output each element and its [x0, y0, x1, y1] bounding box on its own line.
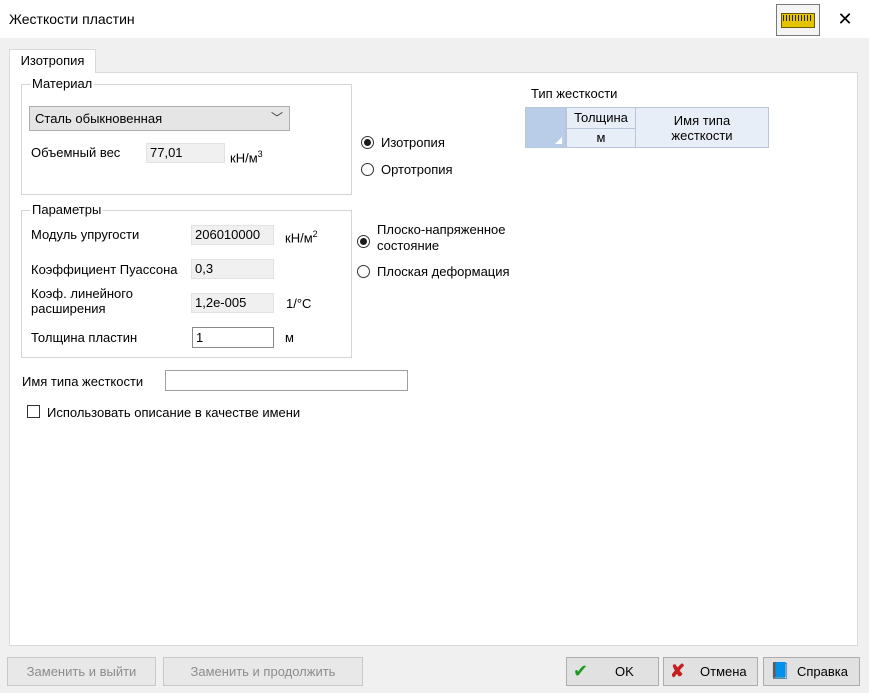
elastic-modulus-unit: кН/м2	[285, 229, 318, 246]
ruler-icon	[781, 13, 815, 28]
cancel-button[interactable]: ✘ Отмена	[663, 657, 758, 686]
table-corner-select-all[interactable]	[525, 107, 566, 148]
orthotropy-label: Ортотропия	[381, 162, 453, 177]
help-button[interactable]: 📘 Справка	[763, 657, 860, 686]
use-description-checkbox[interactable]	[27, 405, 40, 418]
table-header-thickness-unit: м	[566, 128, 636, 148]
table-header-name[interactable]: Имя типа жесткости	[635, 107, 769, 148]
orthotropy-radio[interactable]	[361, 163, 374, 176]
material-group: Материал	[21, 76, 352, 195]
close-icon[interactable]: ✕	[830, 4, 860, 34]
stiffness-name-label: Имя типа жесткости	[22, 374, 144, 389]
thickness-unit: м	[285, 330, 294, 345]
plane-stress-label: Плоско-напряженное состояние	[377, 222, 506, 253]
help-label: Справка	[797, 664, 848, 679]
elastic-modulus-label: Модуль упругости	[31, 227, 140, 242]
units-button[interactable]	[776, 4, 820, 36]
volume-weight-field: 77,01	[146, 143, 225, 163]
volume-weight-label: Объемный вес	[31, 145, 121, 160]
isotropy-radio[interactable]	[361, 136, 374, 149]
material-select-value: Сталь обыкновенная	[35, 111, 163, 126]
expansion-unit: 1/°C	[286, 296, 312, 311]
stiffness-table-title: Тип жесткости	[531, 86, 618, 101]
stiffness-name-input[interactable]	[165, 370, 408, 391]
volume-weight-unit: кН/м3	[230, 149, 263, 166]
check-icon: ✔	[573, 661, 589, 681]
title-bar: Жесткости пластин ✕	[0, 0, 869, 38]
cancel-label: Отмена	[700, 664, 747, 679]
expansion-label: Коэф. линейного расширения	[31, 286, 133, 316]
plane-strain-label: Плоская деформация	[377, 264, 510, 279]
ok-label: OK	[615, 664, 634, 679]
plane-strain-radio[interactable]	[357, 265, 370, 278]
expansion-field: 1,2e-005	[191, 293, 274, 313]
material-legend: Материал	[30, 76, 95, 91]
isotropy-label: Изотропия	[381, 135, 445, 150]
thickness-input[interactable]: 1	[192, 327, 274, 348]
replace-continue-button[interactable]: Заменить и продолжить	[163, 657, 363, 686]
elastic-modulus-field: 206010000	[191, 225, 274, 245]
ok-button[interactable]: ✔ OK	[566, 657, 659, 686]
poisson-field: 0,3	[191, 259, 274, 279]
replace-exit-button[interactable]: Заменить и выйти	[7, 657, 156, 686]
plane-stress-radio[interactable]	[357, 235, 370, 248]
table-header-thickness[interactable]: Толщина	[566, 107, 636, 129]
x-icon: ✘	[670, 661, 686, 681]
use-description-label: Использовать описание в качестве имени	[47, 405, 301, 420]
chevron-down-icon: ﹀	[270, 111, 283, 125]
book-icon: 📘	[770, 663, 790, 680]
tab-isotropy[interactable]: Изотропия	[9, 49, 96, 73]
thickness-label: Толщина пластин	[31, 330, 138, 345]
window-title: Жесткости пластин	[9, 11, 135, 27]
poisson-label: Коэффициент Пуассона	[31, 262, 178, 277]
material-select[interactable]: Сталь обыкновенная ﹀	[29, 106, 290, 131]
parameters-legend: Параметры	[30, 202, 104, 217]
